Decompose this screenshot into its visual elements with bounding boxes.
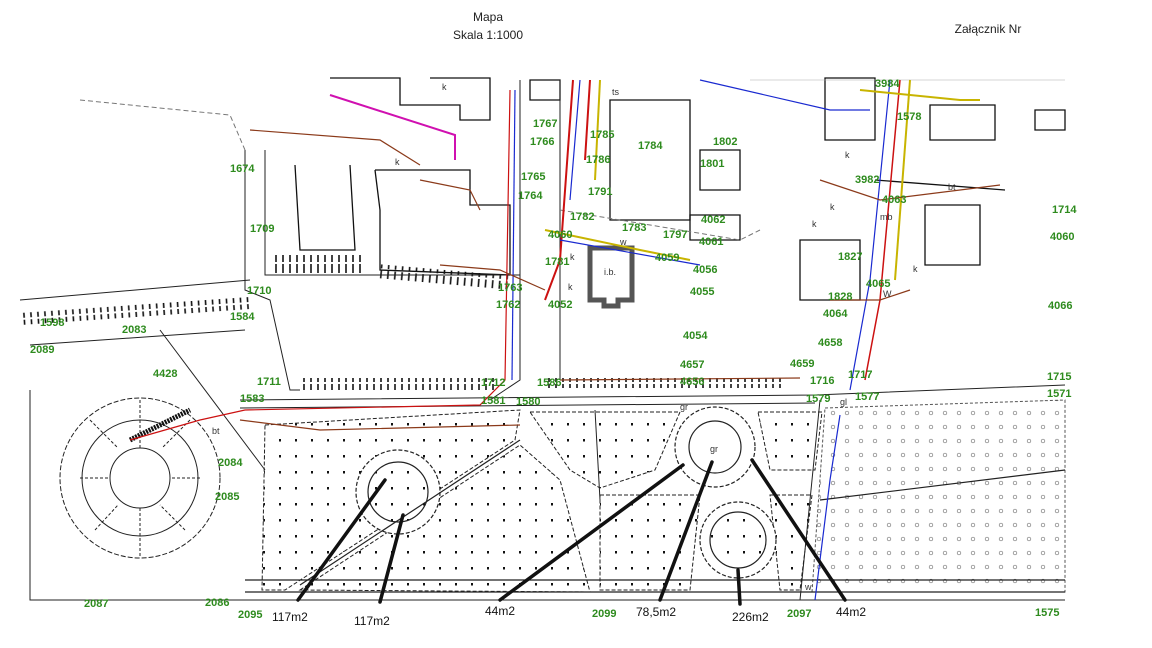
parcel-number: 2097: [787, 608, 811, 620]
parcel-number: 1762: [496, 299, 520, 311]
parcel-number: 4063: [882, 194, 906, 206]
parcel-number: 1711: [257, 376, 281, 388]
parcel-number: 1579: [806, 393, 830, 405]
building-label-ib: i.b.: [604, 267, 616, 277]
parcel-number: 4428: [153, 368, 177, 380]
symbol-k: k: [845, 150, 850, 160]
parcel-number: 1580: [516, 396, 540, 408]
symbol-w: w: [804, 582, 812, 592]
parcel-number: 1717: [848, 369, 872, 381]
parcel-number: 1791: [588, 186, 612, 198]
parcel-number: 2089: [30, 344, 54, 356]
leader-line-226m2: [736, 568, 742, 606]
area-label: 117m2: [354, 614, 390, 628]
parcel-number: 1827: [838, 251, 862, 263]
parcel-number: 1583: [240, 393, 264, 405]
parcel-number: 1716: [810, 375, 834, 387]
parcel-number: 4065: [866, 278, 890, 290]
parcel-number: 1767: [533, 118, 557, 130]
parcel-number: 1764: [518, 190, 543, 202]
parcel-number: 1786: [586, 154, 610, 166]
parcel-number: 1715: [1047, 371, 1071, 383]
parcel-number: 1578: [897, 111, 921, 123]
symbol-gr: gr: [710, 444, 718, 454]
parcel-number: 1801: [700, 158, 724, 170]
parcel-number: 1581: [481, 395, 505, 407]
symbol-ts: ts: [612, 87, 620, 97]
parcel-number: 4059: [655, 252, 679, 264]
parcel-number: 1598: [40, 317, 64, 329]
symbol-w: w: [619, 237, 627, 247]
symbol-k: k: [395, 157, 400, 167]
parcel-number: 2085: [215, 491, 239, 503]
parcel-number: 4055: [690, 286, 714, 298]
parcel-number: 1571: [1047, 388, 1071, 400]
parcel-number: 1802: [713, 136, 737, 148]
roundabout: [59, 397, 221, 559]
parcel-number: 1783: [622, 222, 646, 234]
symbol-gr: gr: [680, 402, 688, 412]
parcel-number: 4657: [680, 359, 704, 371]
symbol-bt: bt: [212, 426, 220, 436]
parcel-number: 1765: [521, 171, 545, 183]
area-labels: 117m2 117m2 44m2 78,5m2 226m2 44m2: [272, 604, 866, 628]
parcel-number: 1714: [1052, 204, 1077, 216]
area-label: 44m2: [836, 605, 866, 619]
parcel-number: 4054: [683, 330, 708, 342]
area-label: 226m2: [732, 610, 769, 624]
area-label: 44m2: [485, 604, 515, 618]
parcel-number: 1710: [247, 285, 271, 297]
survey-map: k k ts w k k gr gr bt bt mb gl W k k k k…: [19, 77, 1077, 628]
symbol-k: k: [568, 282, 573, 292]
parcel-number: 1785: [590, 129, 614, 141]
parcel-number: 1781: [545, 256, 569, 268]
parcel-number: 1586: [537, 377, 561, 389]
parcel-number: 1584: [230, 311, 255, 323]
parcel-number: 1709: [250, 223, 274, 235]
symbol-k: k: [913, 264, 918, 274]
parcel-number: 1828: [828, 291, 852, 303]
symbol-k: k: [442, 82, 447, 92]
symbol-mb: mb: [880, 212, 893, 222]
parcel-number: 4659: [790, 358, 814, 370]
parcel-number: 4056: [693, 264, 717, 276]
parcel-number: 2099: [592, 608, 616, 620]
parcel-number: 1782: [570, 211, 594, 223]
parcel-number: 4062: [701, 214, 725, 226]
parcel-number: 3982: [855, 174, 879, 186]
parcel-number: 4656: [680, 376, 704, 388]
parcel-number: 4064: [823, 308, 848, 320]
parcel-number: 4060: [548, 229, 572, 241]
parcel-number: 1575: [1035, 607, 1059, 619]
parcel-number: 2084: [218, 457, 243, 469]
parcel-number: 2086: [205, 597, 229, 609]
symbol-k: k: [570, 252, 575, 262]
symbol-bt: bt: [948, 182, 956, 192]
parcel-number: 1784: [638, 140, 663, 152]
buildings: [294, 77, 1066, 309]
area-label: 117m2: [272, 610, 308, 624]
parcel-number: 1797: [663, 229, 687, 241]
symbol-k: k: [830, 202, 835, 212]
parcel-number: 2083: [122, 324, 146, 336]
parcel-number: 2095: [238, 609, 262, 621]
parcel-number: 1712: [481, 377, 505, 389]
area-label: 78,5m2: [636, 605, 676, 619]
parcel-number: 4052: [548, 299, 572, 311]
symbol-W: W: [883, 289, 892, 299]
parcel-number: 2087: [84, 598, 108, 610]
parcel-number: 4066: [1048, 300, 1072, 312]
parcel-number: 4061: [699, 236, 723, 248]
parcel-number: 4658: [818, 337, 842, 349]
symbol-gl: gl: [840, 397, 847, 407]
parcel-number: 1674: [230, 163, 255, 175]
parcel-number: 4060: [1050, 231, 1074, 243]
parcel-number: 3984: [875, 78, 900, 90]
parcel-number: 1577: [855, 391, 879, 403]
parcel-number: 1766: [530, 136, 554, 148]
map-page: Mapa Skala 1:1000 Załącznik Nr k k ts w …: [0, 0, 1152, 648]
parcel-number: 1763: [498, 282, 522, 294]
symbol-k: k: [812, 219, 817, 229]
